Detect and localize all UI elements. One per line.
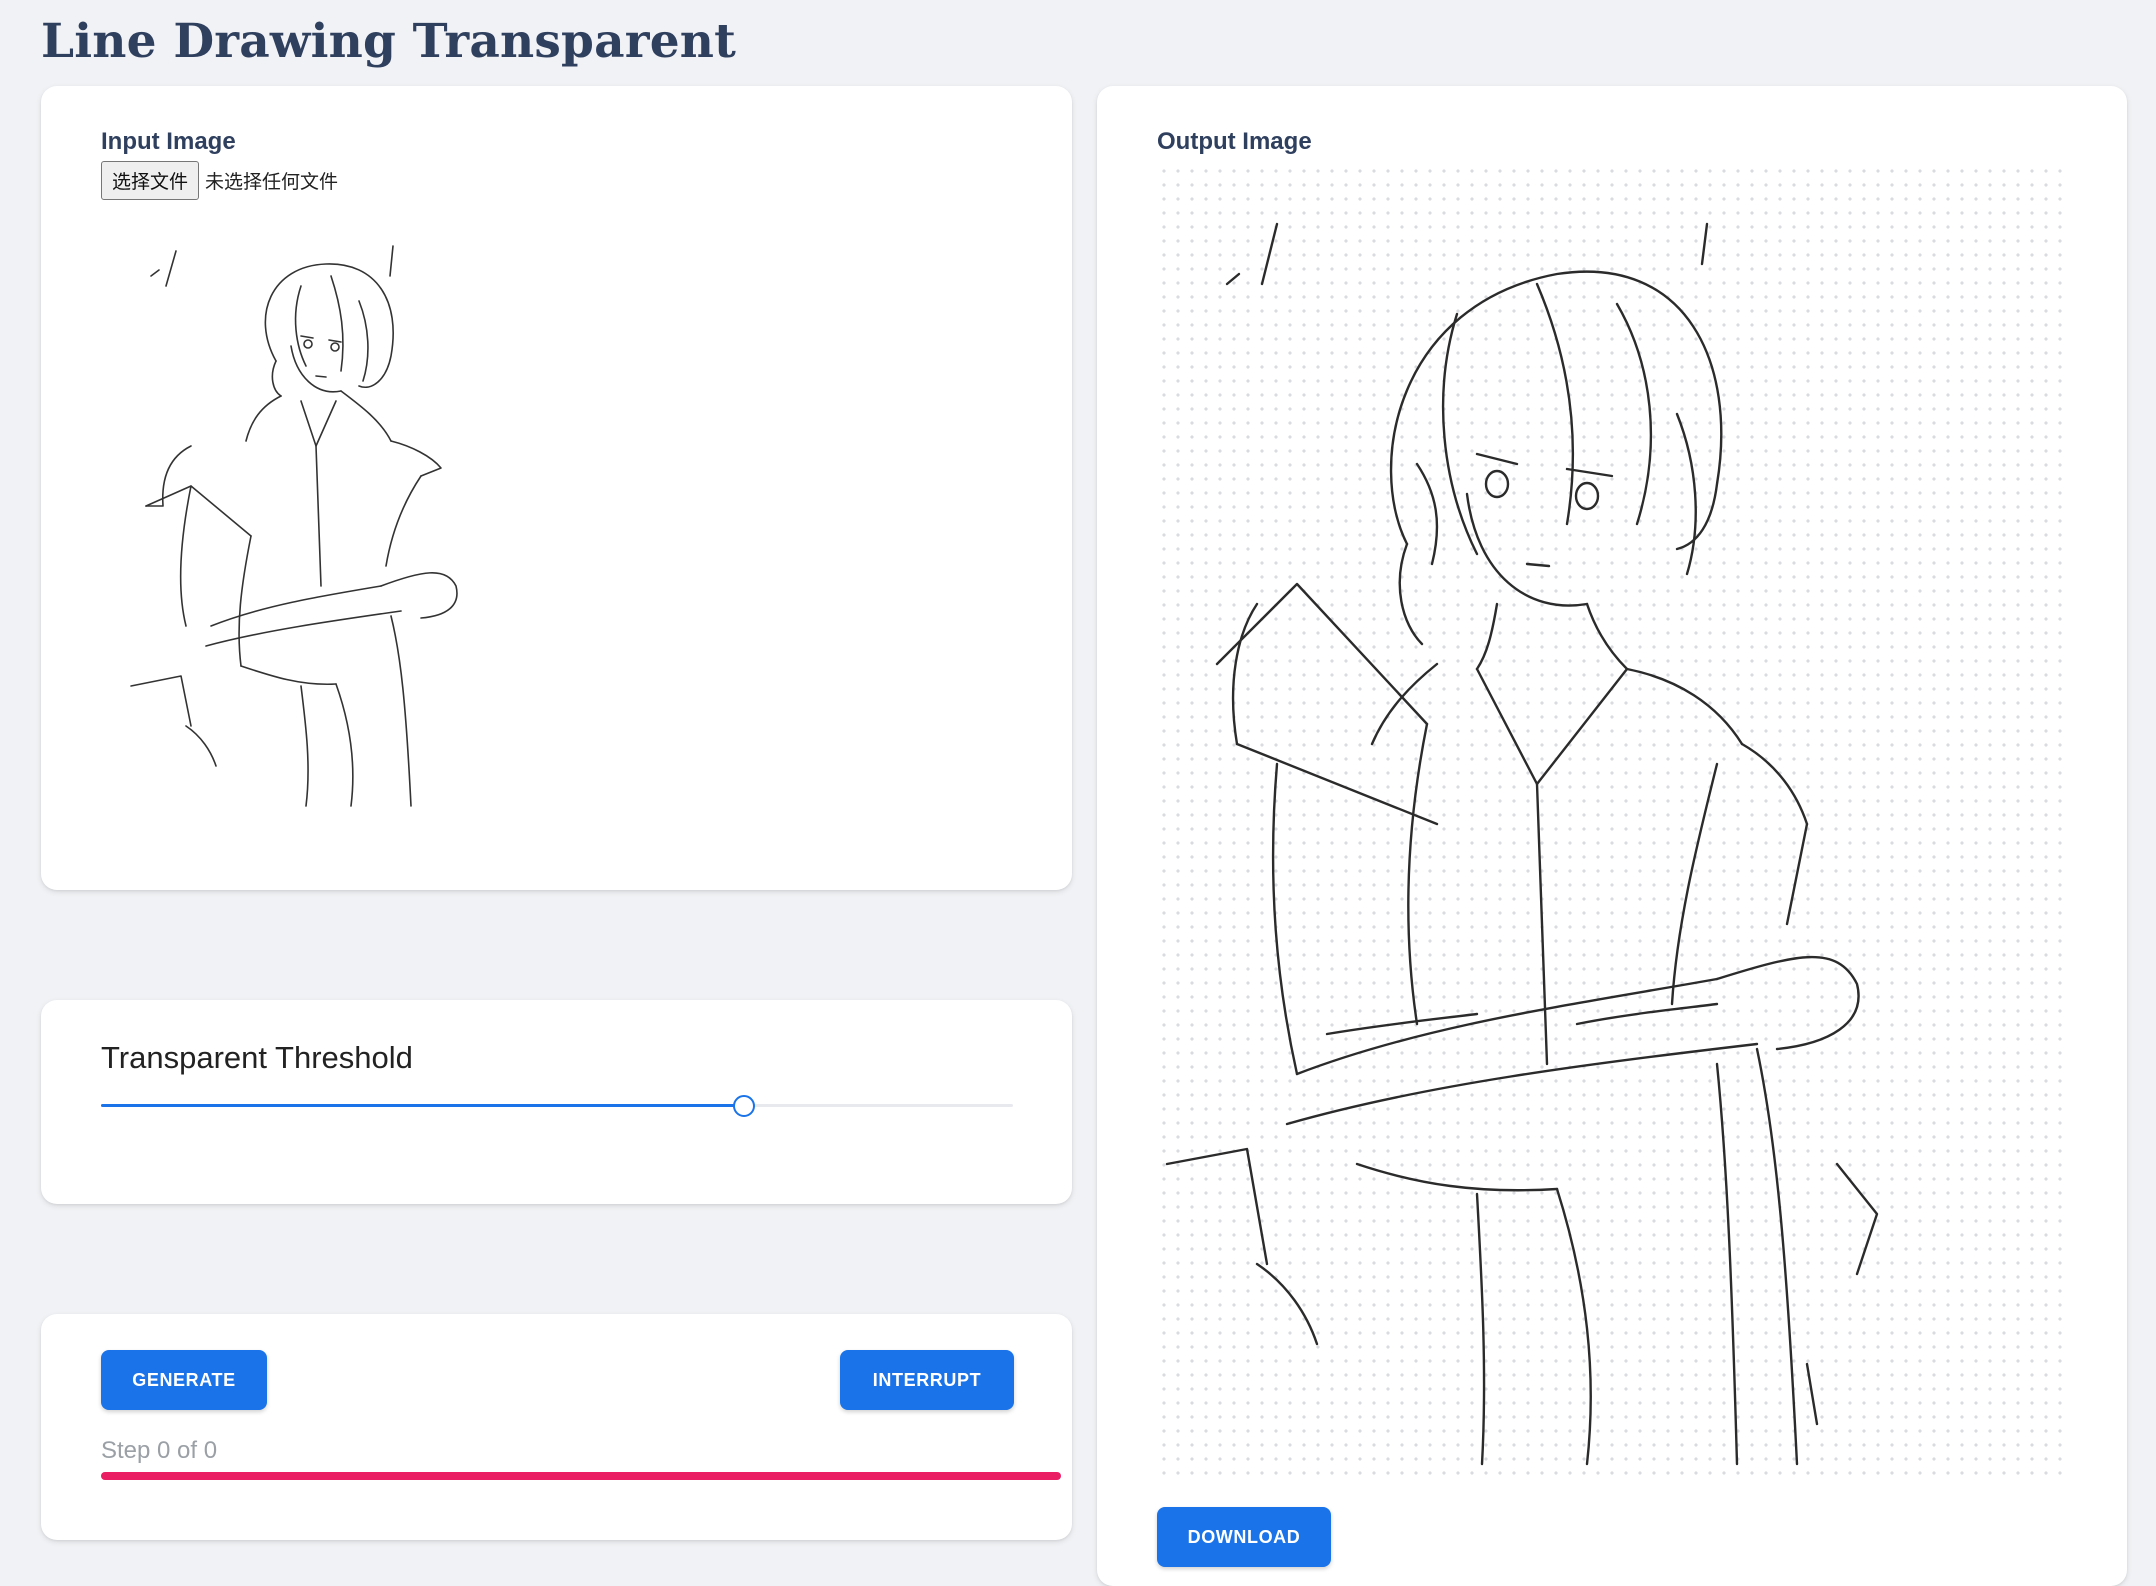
file-status-text: 未选择任何文件 [205,171,339,193]
output-line-drawing [1165,222,1879,1466]
output-image-label: Output Image [1157,128,1312,155]
input-image-label: Input Image [101,128,236,155]
output-image [1157,164,2065,1478]
threshold-card: Transparent Threshold [41,1000,1072,1204]
file-input[interactable]: 选择文件 未选择任何文件 [101,161,338,200]
slider-thumb[interactable] [732,1095,755,1117]
page-title: Line Drawing Transparent [41,14,737,69]
step-status-text: Step 0 of 0 [101,1437,218,1464]
generate-button[interactable]: GENERATE [101,1350,267,1410]
download-button[interactable]: DOWNLOAD [1157,1507,1331,1567]
progress-bar [101,1472,1061,1480]
threshold-slider[interactable] [101,1094,1013,1118]
input-image-card: Input Image 选择文件 未选择任何文件 [41,86,1072,890]
controls-card: GENERATE INTERRUPT Step 0 of 0 [41,1314,1072,1540]
input-image-preview [130,245,458,807]
slider-fill [101,1104,744,1107]
choose-file-button[interactable]: 选择文件 [101,161,200,200]
output-image-card: Output Image DOWNLOAD [1097,86,2127,1586]
threshold-label: Transparent Threshold [101,1040,413,1075]
interrupt-button[interactable]: INTERRUPT [840,1350,1014,1410]
